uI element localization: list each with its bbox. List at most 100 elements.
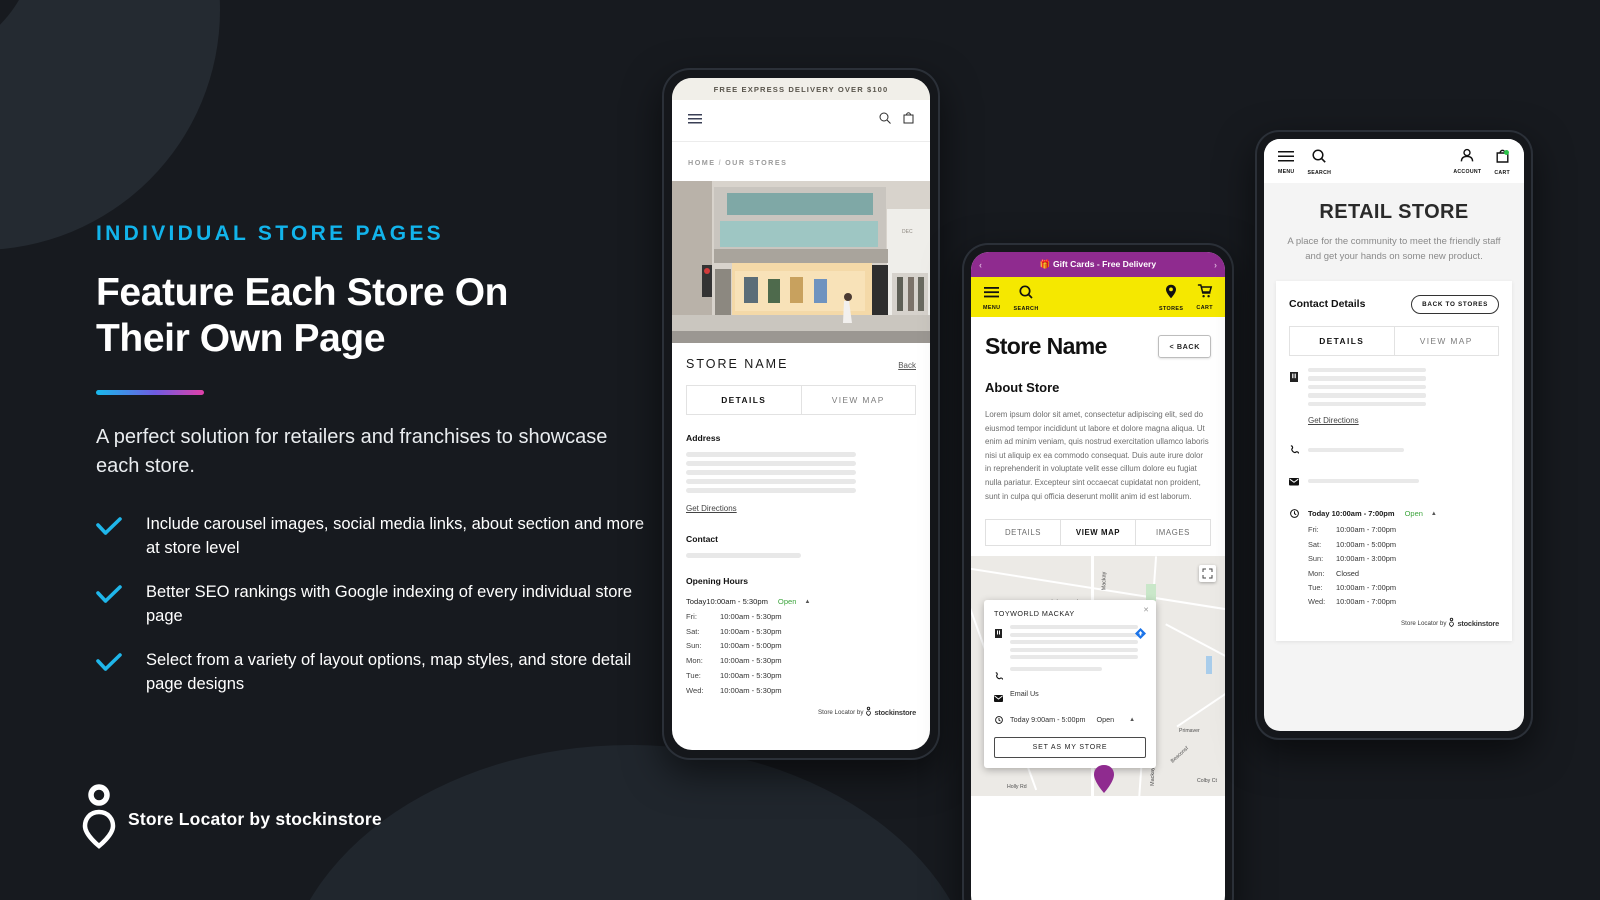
device-screen: FREE EXPRESS DELIVERY OVER $100 HOME / O… — [672, 78, 930, 750]
hours-day: Fri: — [686, 611, 697, 621]
hours-day: Sat: — [686, 626, 700, 636]
hours-row: Sun: 10:00am - 3:00pm — [1289, 552, 1499, 566]
hours-today-row[interactable]: Today 10:00am - 5:30pm Open ▲ — [686, 595, 916, 610]
site-header: MENU SEARCH ACCOUNT CART — [1264, 139, 1524, 183]
detail-tabs: DETAILS VIEW MAP — [1289, 325, 1499, 356]
map-view[interactable]: Richmond Mackay Mackay E Holly Rd Primav… — [971, 556, 1225, 797]
tab-details[interactable]: DETAILS — [1290, 327, 1394, 355]
search-label: SEARCH — [1307, 170, 1332, 176]
directions-icon[interactable] — [1134, 626, 1147, 644]
hamburger-icon — [1278, 149, 1295, 167]
close-icon[interactable]: ✕ — [1143, 606, 1149, 614]
phone-row — [1289, 440, 1499, 459]
svg-text:DEC: DEC — [902, 229, 913, 235]
account-button[interactable]: ACCOUNT — [1453, 148, 1481, 176]
hours-day: Sun: — [1308, 554, 1324, 564]
hours-time: 10:00am - 3:00pm — [1336, 554, 1396, 564]
map-pin-icon — [1165, 284, 1177, 304]
hours-time: 10:00am - 5:30pm — [720, 685, 782, 695]
hamburger-icon[interactable] — [688, 111, 702, 129]
search-button[interactable]: SEARCH — [1307, 149, 1331, 176]
back-link[interactable]: Back — [898, 361, 916, 370]
opening-hours-heading: Opening Hours — [686, 576, 749, 586]
footer-brand: stockinstore — [1457, 618, 1499, 628]
map-card-title: TOYWORLD MACKAY — [994, 609, 1075, 619]
set-as-my-store-button[interactable]: SET AS MY STORE — [994, 736, 1146, 758]
cart-button[interactable]: CART — [1196, 284, 1213, 312]
search-icon — [1312, 149, 1327, 168]
hours-row: Wed: 10:00am - 7:00pm — [1289, 595, 1499, 609]
hours-day: Wed: — [1308, 597, 1326, 607]
tab-details[interactable]: DETAILS — [687, 386, 801, 414]
device-frame: FREE EXPRESS DELIVERY OVER $100 HOME / O… — [662, 68, 940, 760]
footer-brand: stockinstore — [874, 707, 916, 717]
hours-today-row[interactable]: Today 10:00am - 7:00pm Open ▲ — [1289, 504, 1499, 523]
today-label: Today — [686, 597, 707, 606]
stores-button[interactable]: STORES — [1159, 284, 1183, 312]
check-icon — [96, 647, 146, 672]
tab-details[interactable]: DETAILS — [986, 520, 1060, 545]
feature-label: Better SEO rankings with Google indexing… — [146, 582, 633, 625]
prev-arrow-icon[interactable]: ‹ — [979, 260, 982, 270]
search-icon — [1019, 284, 1033, 304]
hours-time: 10:00am - 7:00pm — [1336, 597, 1396, 607]
store-name: Store Name — [985, 333, 1107, 359]
address-placeholder — [1010, 625, 1146, 663]
chevron-up-icon[interactable]: ▲ — [1129, 717, 1135, 723]
email-icon — [994, 689, 1003, 707]
map-card-email-row[interactable]: Email Us — [994, 689, 1146, 707]
map-card-address-row — [994, 625, 1146, 663]
cart-label: CART — [1196, 305, 1213, 311]
back-to-stores-button[interactable]: BACK TO STORES — [1411, 294, 1499, 314]
hours-row: Tue: 10:00am - 5:30pm — [686, 669, 916, 684]
map-pin-marker-icon[interactable] — [1093, 764, 1115, 796]
device-frame: MENU SEARCH ACCOUNT CART RETAIL STORE A … — [1255, 130, 1533, 740]
hours-time: Closed — [1336, 568, 1360, 578]
headline-line-1: Feature Each Store On — [96, 271, 509, 314]
store-detail-panel: STORE NAME Back DETAILS VIEW MAP Address… — [672, 343, 930, 728]
breadcrumb-home[interactable]: HOME — [688, 158, 716, 167]
back-button[interactable]: < BACK — [1158, 335, 1211, 358]
status-badge: Open — [777, 597, 797, 606]
decor-circle-bottom — [280, 745, 980, 900]
hours-day: Tue: — [686, 670, 701, 680]
cart-button[interactable]: CART — [1494, 149, 1510, 176]
stockinstore-footer: Store Locator by stockinstore — [1289, 610, 1499, 631]
tab-view-map[interactable]: VIEW MAP — [1060, 520, 1135, 546]
menu-button[interactable]: MENU — [983, 285, 1000, 312]
store-name: STORE NAME — [686, 357, 789, 371]
chevron-up-icon[interactable]: ▲ — [1431, 511, 1437, 517]
page-subtitle: A place for the community to meet the fr… — [1287, 236, 1501, 263]
stockinstore-pin-icon — [866, 706, 872, 718]
building-icon — [994, 625, 1003, 643]
contact-heading: Contact — [686, 534, 718, 544]
stockinstore-pin-logo-icon — [82, 784, 116, 853]
menu-button[interactable]: MENU — [1278, 149, 1295, 176]
hamburger-icon — [984, 285, 1000, 303]
footer-prefix: Store Locator by — [1401, 619, 1447, 627]
next-arrow-icon[interactable]: › — [1214, 260, 1217, 270]
stores-label: STORES — [1158, 306, 1184, 312]
hours-row: Sun: 10:00am - 5:00pm — [686, 639, 916, 654]
get-directions-link[interactable]: Get Directions — [1308, 416, 1359, 425]
hours-time: 10:00am - 5:30pm — [720, 656, 782, 666]
card-title: Contact Details — [1289, 298, 1366, 311]
hours-row: Mon: 10:00am - 5:30pm — [686, 654, 916, 669]
get-directions-link[interactable]: Get Directions — [686, 504, 737, 513]
expand-icon[interactable] — [1199, 565, 1216, 583]
user-icon — [1460, 148, 1474, 167]
search-button[interactable]: SEARCH — [1013, 284, 1038, 312]
menu-label: MENU — [1278, 169, 1295, 175]
hours-row: Sat: 10:00am - 5:30pm — [686, 625, 916, 640]
tab-view-map[interactable]: VIEW MAP — [1393, 326, 1499, 355]
breadcrumb: HOME / OUR STORES — [672, 142, 930, 181]
site-header: MENU SEARCH STORES CART — [971, 277, 1225, 317]
search-icon[interactable] — [879, 111, 891, 129]
tab-images[interactable]: IMAGES — [1135, 520, 1210, 546]
chevron-up-icon[interactable]: ▲ — [804, 597, 810, 609]
tab-view-map[interactable]: VIEW MAP — [800, 386, 916, 414]
map-card-hours-row[interactable]: Today 9:00am - 5:00pm Open ▲ — [994, 711, 1146, 729]
today-label: Today 10:00am - 7:00pm — [1308, 509, 1395, 519]
feature-item: Better SEO rankings with Google indexing… — [96, 579, 656, 629]
shopping-bag-icon[interactable] — [903, 111, 914, 129]
